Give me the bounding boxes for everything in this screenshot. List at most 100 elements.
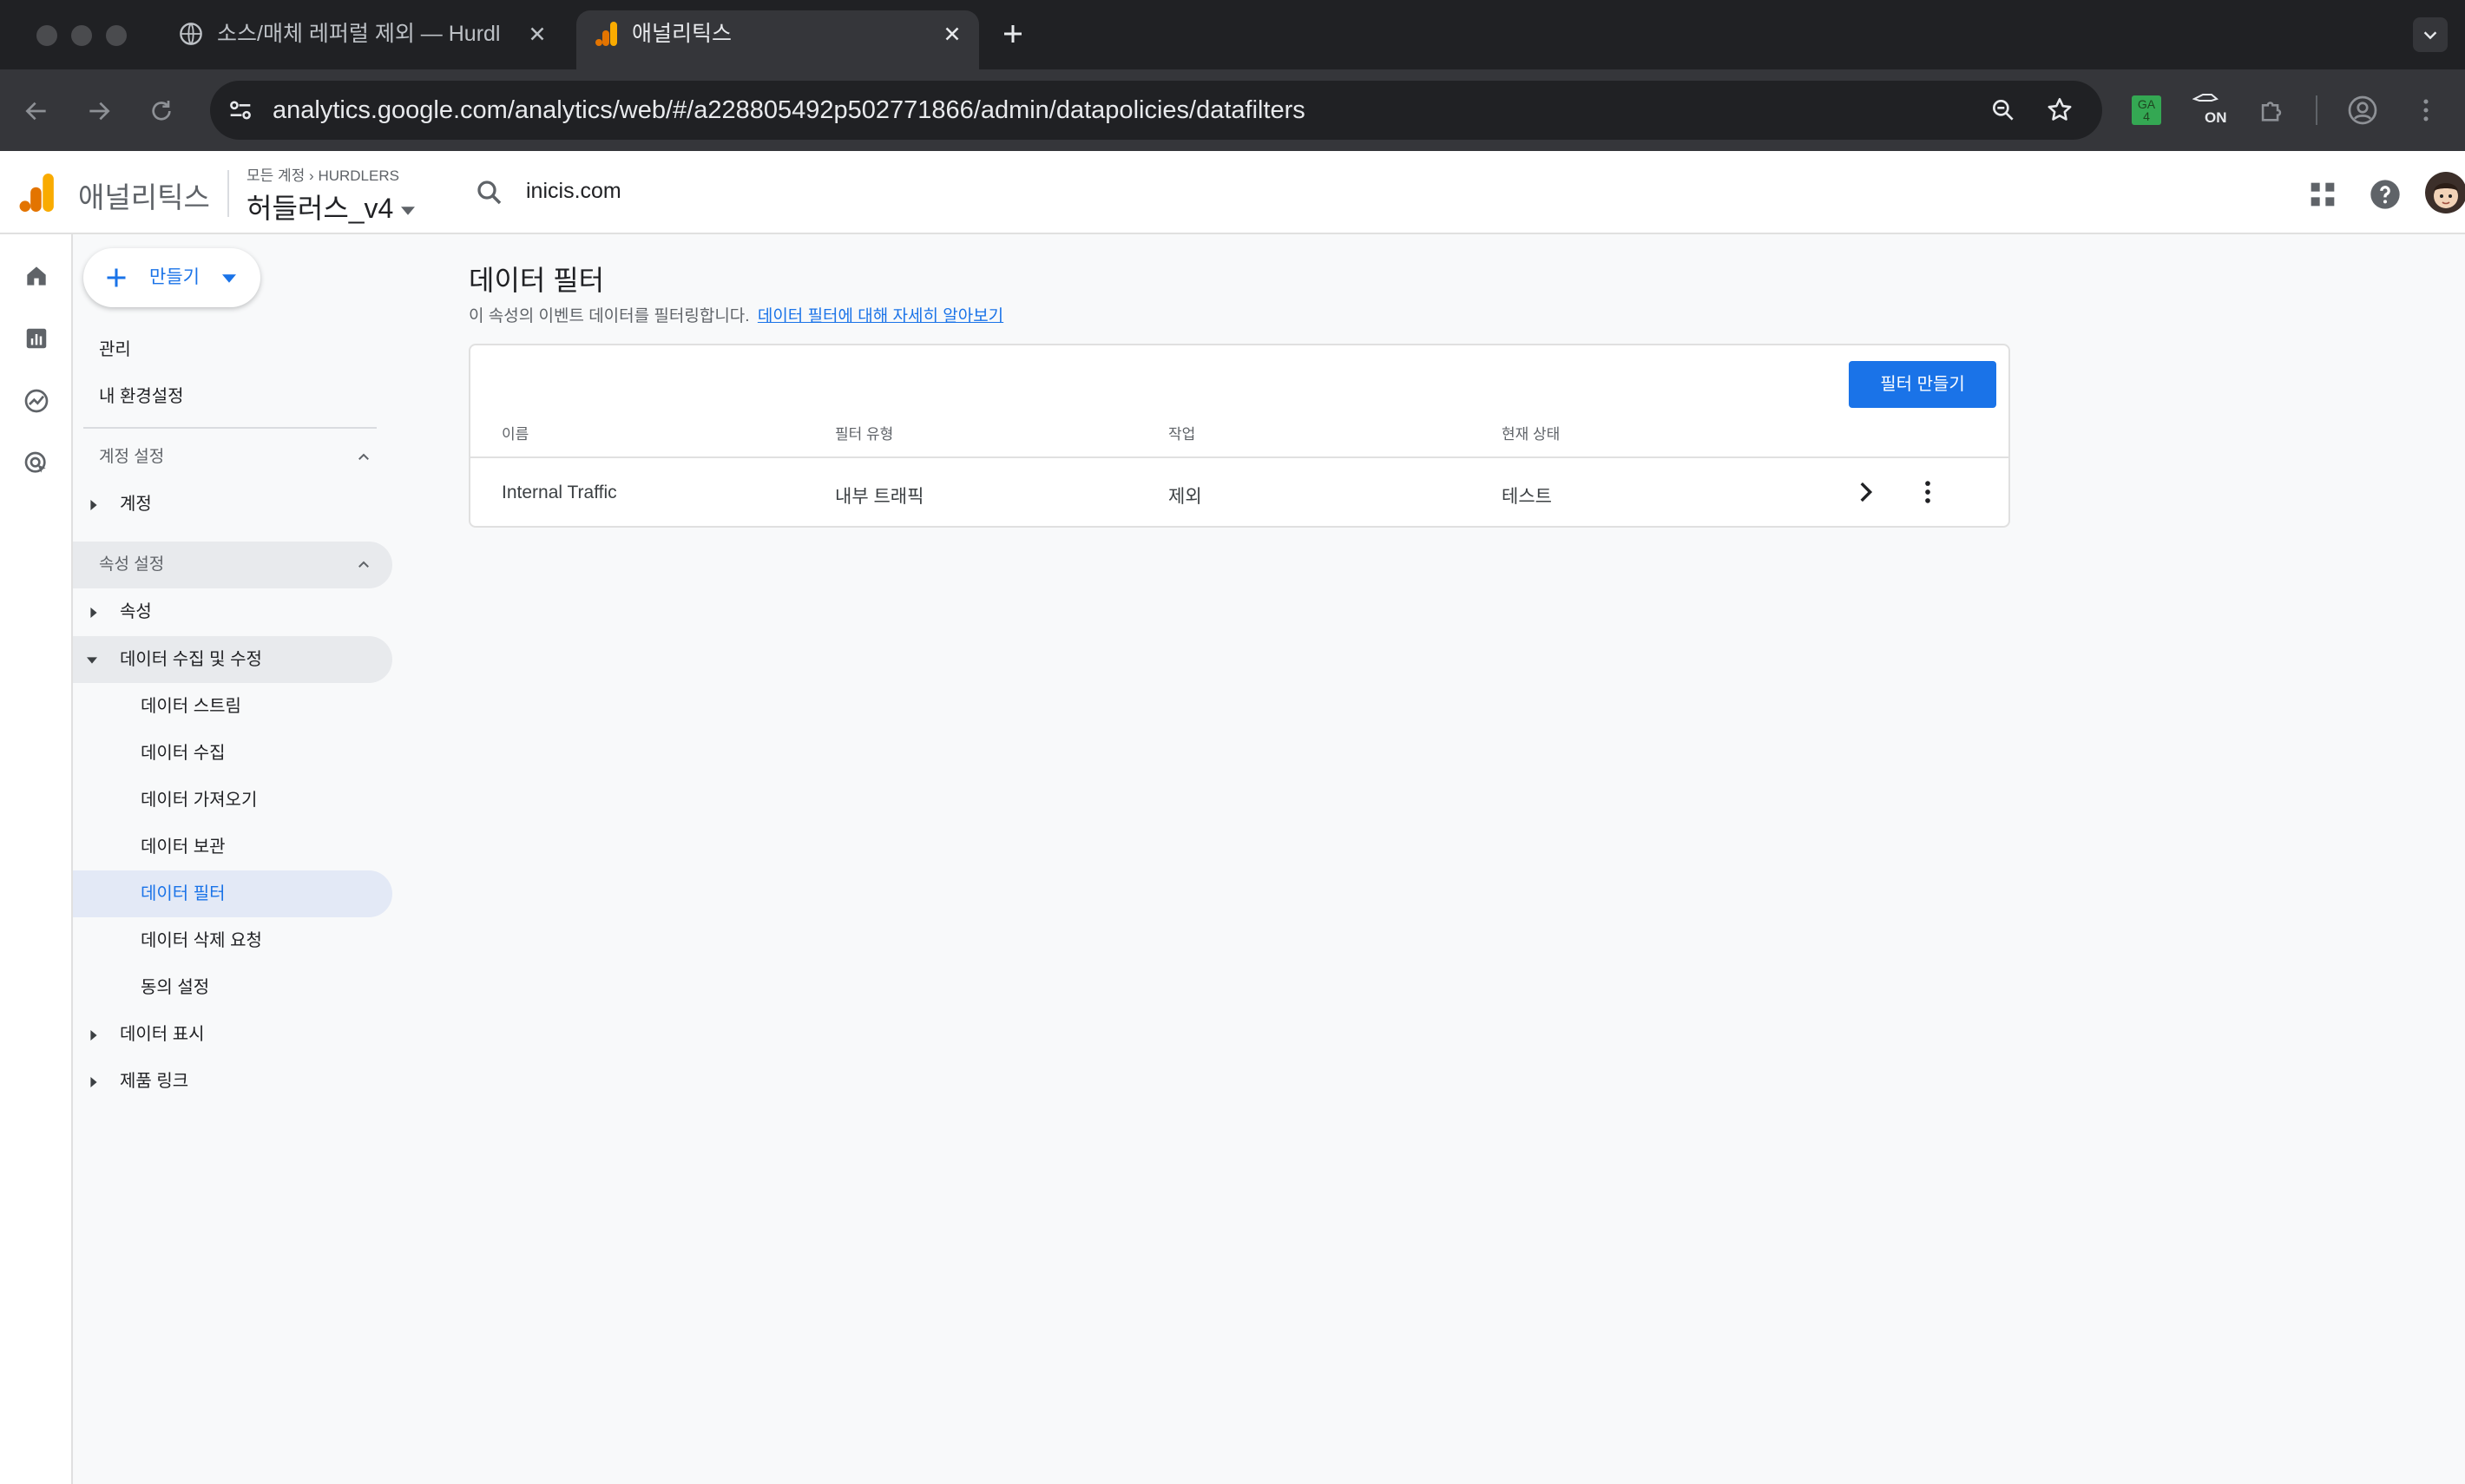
window-close-dot[interactable] bbox=[36, 25, 57, 46]
tag-assistant-on-icon[interactable]: ON bbox=[2192, 92, 2231, 130]
caret-right-icon bbox=[90, 607, 97, 618]
sidebar-item-data-streams[interactable]: 데이터 스트림 bbox=[141, 683, 241, 730]
tab-search-icon[interactable] bbox=[2413, 17, 2448, 52]
sidebar-item-account[interactable]: 계정 bbox=[73, 481, 392, 528]
search-icon[interactable] bbox=[474, 177, 505, 208]
caret-down-icon bbox=[87, 657, 97, 664]
left-rail bbox=[0, 234, 73, 1484]
dropdown-arrow-icon bbox=[401, 206, 416, 215]
sidebar-item-product-links[interactable]: 제품 링크 bbox=[73, 1058, 392, 1105]
search-input[interactable]: inicis.com bbox=[526, 179, 621, 204]
sidebar-item-label: 속성 bbox=[120, 602, 152, 621]
toolbar-divider bbox=[2316, 95, 2317, 125]
column-header-name[interactable]: 이름 bbox=[502, 422, 529, 443]
browser-menu-icon[interactable] bbox=[2411, 95, 2441, 125]
chevron-right-icon[interactable] bbox=[1850, 477, 1880, 507]
tab-close-icon[interactable] bbox=[941, 23, 963, 45]
avatar[interactable] bbox=[2425, 172, 2465, 213]
chevron-right-icon: › bbox=[309, 167, 314, 184]
globe-icon bbox=[179, 22, 203, 46]
analytics-logo-icon[interactable] bbox=[19, 174, 56, 212]
explore-icon[interactable] bbox=[16, 380, 57, 422]
tab-title: 소스/매체 레퍼럴 제외 — Hurdlers bbox=[217, 22, 500, 46]
forward-icon[interactable] bbox=[85, 97, 113, 125]
breadcrumb: 모든 계정 › HURDLERS bbox=[246, 163, 415, 185]
create-button-label: 만들기 bbox=[149, 267, 200, 287]
caret-right-icon bbox=[90, 1030, 97, 1041]
page-title: 데이터 필터 bbox=[469, 265, 605, 296]
on-badge: ON bbox=[2205, 109, 2227, 126]
sidebar-item-preferences[interactable]: 내 환경설정 bbox=[99, 373, 184, 420]
product-name: 애널리틱스 bbox=[78, 181, 210, 213]
learn-more-link[interactable]: 데이터 필터에 대해 자세히 알아보기 bbox=[758, 307, 1003, 325]
sidebar-item-consent-settings[interactable]: 동의 설정 bbox=[141, 964, 209, 1011]
sidebar-item-data-collection[interactable]: 데이터 수집 bbox=[141, 730, 226, 777]
cell-operation: 제외 bbox=[1168, 487, 1202, 507]
window-maximize-dot[interactable] bbox=[106, 25, 127, 46]
url-text: analytics.google.com/analytics/web/#/a22… bbox=[273, 96, 1305, 124]
browser-toolbar: analytics.google.com/analytics/web/#/a22… bbox=[0, 69, 2465, 151]
sidebar-item-data-import[interactable]: 데이터 가져오기 bbox=[141, 777, 257, 824]
section-property-settings[interactable]: 속성 설정 bbox=[73, 542, 392, 588]
window-minimize-dot[interactable] bbox=[71, 25, 92, 46]
caret-right-icon bbox=[90, 1077, 97, 1087]
site-settings-icon[interactable] bbox=[226, 95, 255, 125]
bookmark-star-icon[interactable] bbox=[2045, 95, 2074, 125]
sidebar-divider bbox=[83, 427, 377, 429]
address-bar[interactable]: analytics.google.com/analytics/web/#/a22… bbox=[210, 81, 2102, 140]
advertising-icon[interactable] bbox=[16, 443, 57, 484]
sidebar-item-label: 데이터 수집 및 수정 bbox=[120, 650, 262, 669]
home-icon[interactable] bbox=[16, 255, 57, 297]
sidebar-item-label: 계정 bbox=[120, 495, 152, 514]
chevron-up-icon bbox=[358, 453, 369, 460]
puzzle-icon[interactable] bbox=[2257, 95, 2286, 125]
sidebar-group-data-collection[interactable]: 데이터 수집 및 수정 bbox=[73, 636, 392, 683]
caret-right-icon bbox=[90, 500, 97, 510]
account-picker[interactable]: 모든 계정 › HURDLERS 허들러스_v4 bbox=[246, 163, 416, 227]
analytics-logo-icon bbox=[595, 22, 618, 46]
help-icon[interactable] bbox=[2368, 177, 2403, 212]
apps-grid-icon[interactable] bbox=[2305, 177, 2340, 212]
property-name: 허들러스_v4 bbox=[246, 193, 394, 224]
section-account-settings[interactable]: 계정 설정 bbox=[73, 434, 392, 481]
tab-close-icon[interactable] bbox=[526, 23, 549, 45]
app-header: 애널리틱스 모든 계정 › HURDLERS 허들러스_v4 inicis.co… bbox=[0, 151, 2465, 234]
tab-title: 애널리틱스 bbox=[632, 22, 733, 46]
sidebar-item-data-deletion[interactable]: 데이터 삭제 요청 bbox=[141, 917, 262, 964]
sidebar-item-admin[interactable]: 관리 bbox=[99, 326, 131, 373]
browser-tab-active[interactable]: 애널리틱스 bbox=[576, 10, 979, 69]
table-row[interactable]: Internal Traffic 내부 트래픽 제외 테스트 bbox=[470, 458, 2008, 526]
reload-icon[interactable] bbox=[148, 97, 175, 125]
breadcrumb-root: 모든 계정 bbox=[246, 167, 306, 184]
column-header-filter-type[interactable]: 필터 유형 bbox=[835, 422, 893, 443]
header-divider bbox=[227, 170, 229, 217]
ga4-extension-icon[interactable]: GA 4 bbox=[2132, 95, 2161, 125]
new-tab-icon[interactable] bbox=[1000, 21, 1026, 47]
sidebar-item-data-filters[interactable]: 데이터 필터 bbox=[73, 870, 392, 917]
data-filters-card: 필터 만들기 이름 필터 유형 작업 현재 상태 Internal Traffi… bbox=[469, 344, 2010, 528]
zoom-icon[interactable] bbox=[1989, 96, 2017, 124]
create-filter-button[interactable]: 필터 만들기 bbox=[1849, 361, 1996, 408]
browser-tab-bar: 소스/매체 레퍼럴 제외 — Hurdlers 애널리틱스 bbox=[0, 0, 2465, 69]
property-selector[interactable]: 허들러스_v4 bbox=[246, 187, 416, 227]
column-header-status[interactable]: 현재 상태 bbox=[1502, 422, 1560, 443]
cell-status: 테스트 bbox=[1502, 487, 1552, 507]
column-header-operation[interactable]: 작업 bbox=[1168, 422, 1195, 443]
breadcrumb-account: HURDLERS bbox=[318, 167, 399, 184]
create-button[interactable]: 만들기 bbox=[83, 248, 260, 307]
page-description: 이 속성의 이벤트 데이터를 필터링합니다. 데이터 필터에 대해 자세히 알아… bbox=[469, 303, 1003, 326]
chevron-down-icon bbox=[222, 274, 236, 283]
browser-tab-inactive[interactable]: 소스/매체 레퍼럴 제외 — Hurdlers bbox=[161, 10, 564, 69]
description-text: 이 속성의 이벤트 데이터를 필터링합니다. bbox=[469, 307, 750, 325]
sidebar-item-data-display[interactable]: 데이터 표시 bbox=[73, 1011, 392, 1058]
more-vert-icon[interactable] bbox=[1913, 477, 1942, 507]
sidebar-item-data-retention[interactable]: 데이터 보관 bbox=[141, 824, 226, 870]
sidebar-item-property[interactable]: 속성 bbox=[73, 588, 392, 635]
plus-icon bbox=[107, 268, 126, 287]
back-icon[interactable] bbox=[23, 97, 50, 125]
cell-name: Internal Traffic bbox=[502, 483, 617, 502]
profile-icon[interactable] bbox=[2347, 95, 2378, 126]
reports-icon[interactable] bbox=[16, 318, 57, 359]
cell-filter-type: 내부 트래픽 bbox=[835, 487, 924, 507]
section-title: 계정 설정 bbox=[99, 448, 165, 466]
